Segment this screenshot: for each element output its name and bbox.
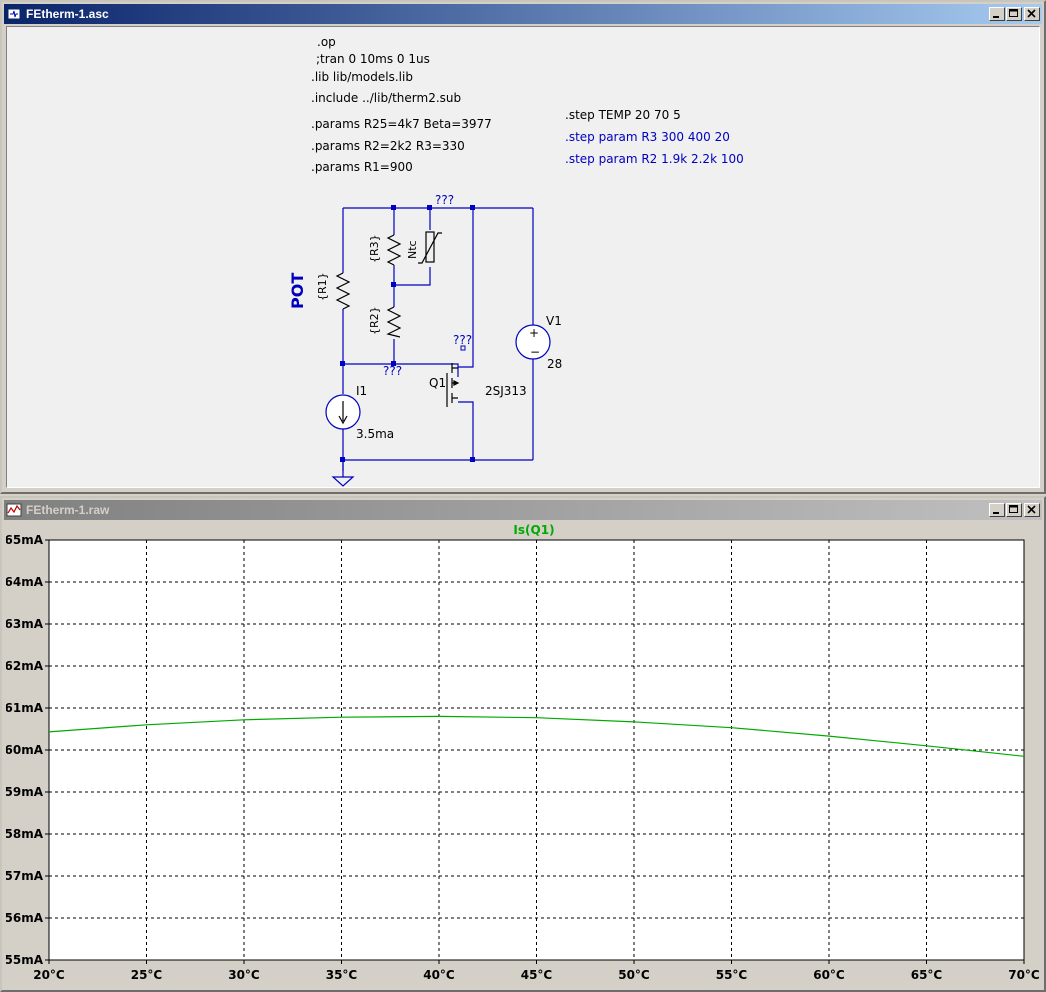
node-label-top: ??? (435, 193, 454, 207)
close-icon (1027, 9, 1036, 18)
y-tick-label: 56mA (6, 911, 44, 925)
ground-icon[interactable] (331, 476, 355, 487)
v1-minus-icon: − (530, 345, 540, 359)
node-label-q1: ??? (453, 333, 472, 347)
x-tick-label: 60°C (813, 968, 845, 982)
x-tick-label: 55°C (716, 968, 748, 982)
y-tick-label: 55mA (6, 953, 44, 967)
waveform-canvas[interactable]: Is(Q1) 20°C 25°C 30°C 35°C 40°C 45°C 50°C 55°C 6… (6, 522, 1040, 986)
x-tick-label: 40°C (423, 968, 455, 982)
ntc-thermistor[interactable] (418, 231, 442, 264)
pot-label: POT (288, 273, 307, 309)
x-tick-label: 65°C (911, 968, 943, 982)
waveform-window-controls (988, 503, 1040, 517)
close-icon (1027, 505, 1036, 514)
step-directive-r3[interactable]: .step param R3 300 400 20 (565, 130, 730, 144)
directive-lib[interactable]: .lib lib/models.lib (311, 70, 413, 84)
minimize-button[interactable] (989, 503, 1005, 517)
waveform-plot[interactable]: Is(Q1) 20°C 25°C 30°C 35°C 40°C 45°C 50°C 55°C 6… (6, 522, 1040, 986)
schematic-titlebar[interactable]: FEtherm-1.asc (4, 4, 1042, 24)
x-tick-label: 50°C (618, 968, 650, 982)
directive-params-1[interactable]: .params R25=4k7 Beta=3977 (311, 117, 492, 131)
close-button[interactable] (1024, 503, 1040, 517)
ntc-label: Ntc (406, 240, 419, 259)
x-tick-label: 45°C (521, 968, 553, 982)
minimize-icon (993, 512, 999, 514)
x-tick-label: 30°C (228, 968, 260, 982)
minimize-icon (993, 16, 999, 18)
step-directive-r2[interactable]: .step param R2 1.9k 2.2k 100 (565, 152, 744, 166)
q1-model-label: 2SJ313 (485, 384, 527, 398)
v1-name-label: V1 (546, 314, 562, 328)
schematic-window[interactable]: FEtherm-1.asc .op ;tran 0 10ms 0 1us .li… (0, 0, 1046, 494)
r3-resistor[interactable] (386, 234, 402, 266)
y-tick-label: 61mA (6, 701, 44, 715)
schematic-app-icon (6, 6, 22, 22)
maximize-button[interactable] (1006, 7, 1022, 21)
q1-name-label: Q1 (429, 376, 446, 390)
directive-op[interactable]: .op (317, 35, 336, 49)
step-directive-temp[interactable]: .step TEMP 20 70 5 (565, 108, 681, 122)
directive-tran[interactable]: ;tran 0 10ms 0 1us (316, 52, 430, 66)
waveform-titlebar[interactable]: FEtherm-1.raw (4, 500, 1042, 520)
x-tick-label: 35°C (326, 968, 358, 982)
v1-value-label: 28 (547, 357, 562, 371)
i1-name-label: I1 (356, 384, 367, 398)
node-label-mid: ??? (383, 364, 402, 378)
i1-value-label: 3.5ma (356, 427, 394, 441)
maximize-button[interactable] (1006, 503, 1022, 517)
schematic-window-controls (988, 7, 1040, 21)
r1-resistor[interactable] (335, 272, 351, 310)
schematic-window-title: FEtherm-1.asc (26, 7, 109, 21)
maximize-icon (1009, 505, 1018, 513)
schematic-drawing[interactable]: .op ;tran 0 10ms 0 1us .lib lib/models.l… (7, 27, 1040, 488)
y-tick-label: 65mA (6, 533, 44, 547)
y-tick-label: 62mA (6, 659, 44, 673)
waveform-window[interactable]: FEtherm-1.raw Is(Q1) 20°C 25°C 30°C 35°C 40°… (0, 496, 1046, 992)
r3-label: {R3} (368, 234, 381, 263)
y-tick-label: 57mA (6, 869, 44, 883)
y-tick-label: 60mA (6, 743, 44, 757)
x-tick-label: 25°C (131, 968, 163, 982)
y-tick-label: 59mA (6, 785, 44, 799)
x-tick-label: 20°C (33, 968, 65, 982)
v1-plus-icon: + (529, 326, 539, 340)
x-tick-label: 70°C (1008, 968, 1040, 982)
waveform-app-icon (6, 502, 22, 518)
schematic-canvas[interactable]: .op ;tran 0 10ms 0 1us .lib lib/models.l… (6, 26, 1040, 488)
y-tick-label: 63mA (6, 617, 44, 631)
r2-label: {R2} (368, 306, 381, 335)
close-button[interactable] (1024, 7, 1040, 21)
minimize-button[interactable] (989, 7, 1005, 21)
maximize-icon (1009, 9, 1018, 17)
y-tick-label: 58mA (6, 827, 44, 841)
directive-include[interactable]: .include ../lib/therm2.sub (311, 91, 461, 105)
legend-entry-is-q1[interactable]: Is(Q1) (513, 523, 554, 537)
r1-label: {R1} (316, 272, 329, 301)
waveform-window-title: FEtherm-1.raw (26, 503, 110, 517)
directive-params-3[interactable]: .params R1=900 (311, 160, 413, 174)
r2-resistor[interactable] (386, 306, 402, 338)
y-tick-label: 64mA (6, 575, 44, 589)
q1-mosfet[interactable] (446, 363, 460, 407)
directive-params-2[interactable]: .params R2=2k2 R3=330 (311, 139, 465, 153)
